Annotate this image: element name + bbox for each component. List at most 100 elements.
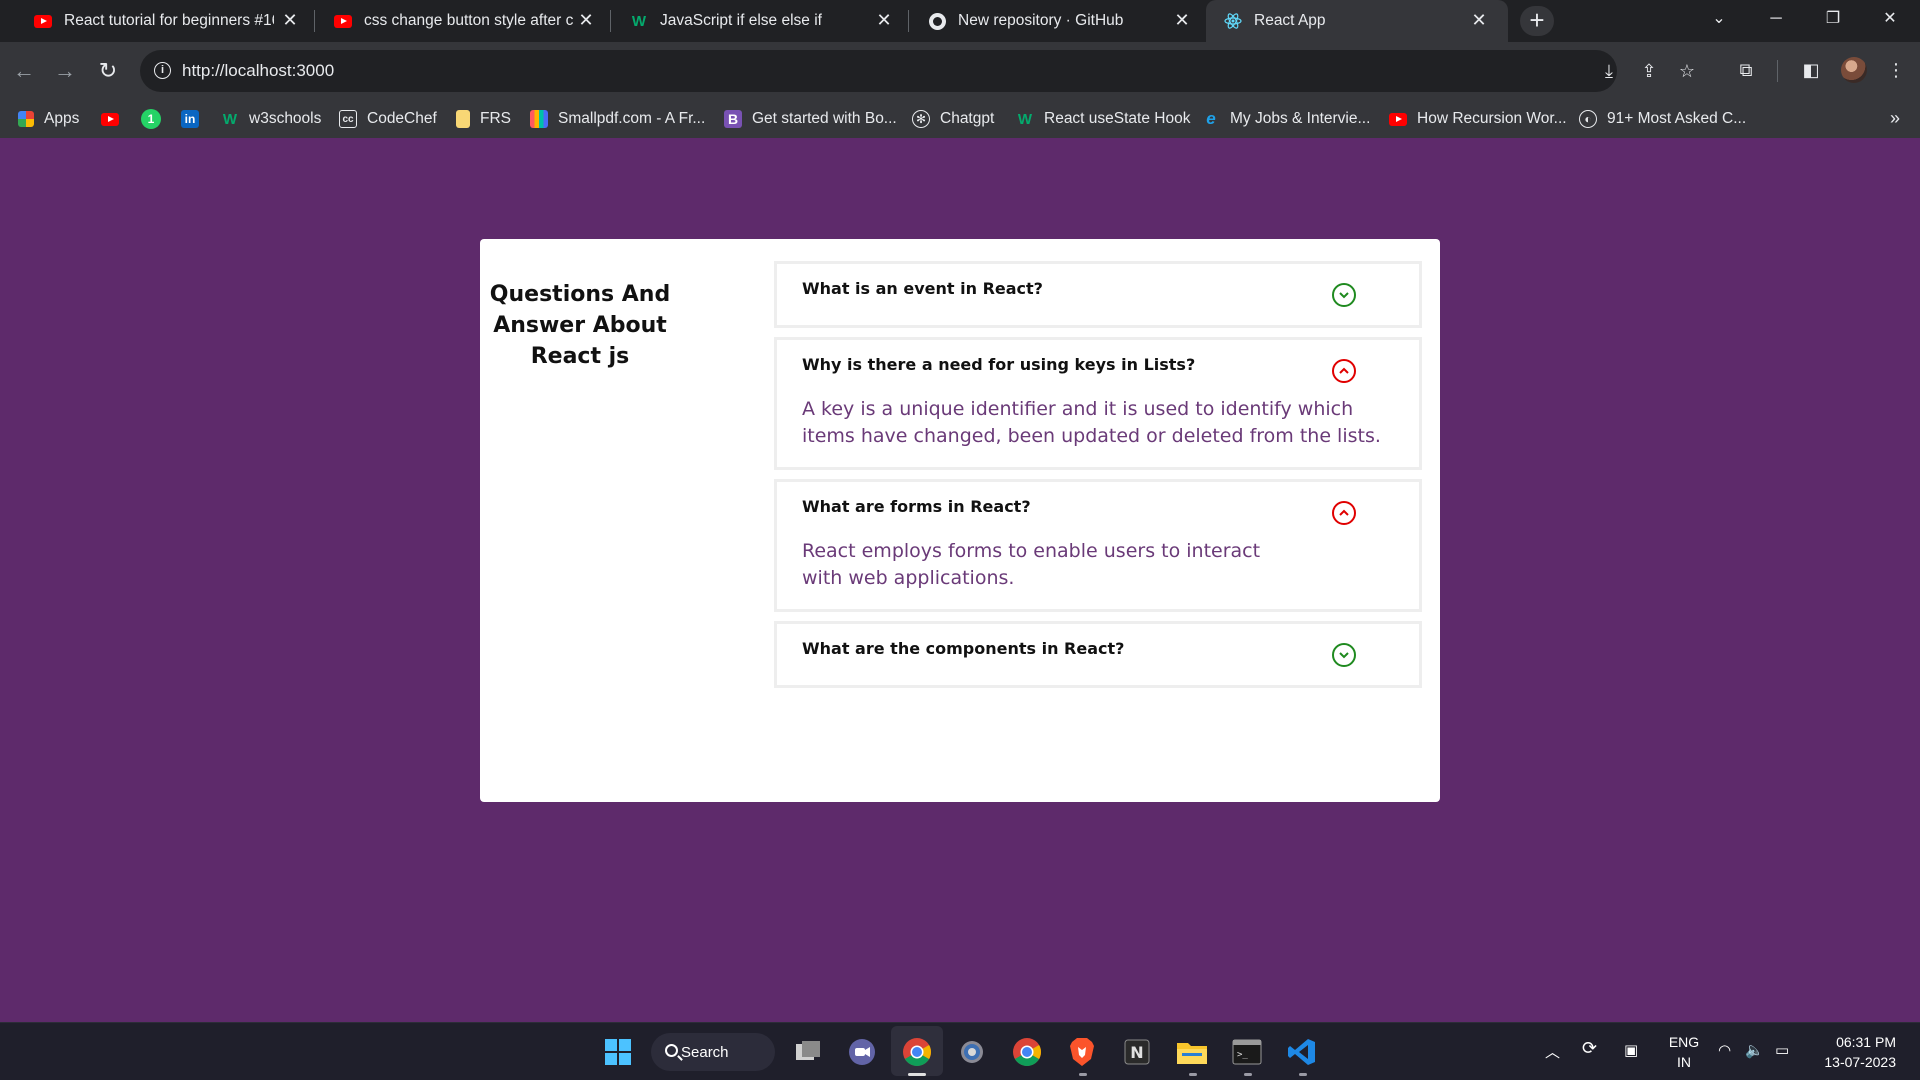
- tab-react-tutorial[interactable]: React tutorial for beginners #16 ✕: [0, 0, 310, 42]
- new-tab-button[interactable]: +: [1520, 6, 1554, 36]
- linkedin-icon: in: [181, 110, 199, 128]
- chatgpt-icon: ✻: [912, 110, 930, 128]
- apps-grid-icon: [18, 111, 34, 127]
- faq-question: Why is there a need for using keys in Li…: [802, 355, 1196, 374]
- reload-icon[interactable]: ↻: [93, 56, 123, 86]
- bookmark-label: My Jobs & Intervie...: [1230, 110, 1371, 127]
- clock-date: 13-07-2023: [1824, 1054, 1896, 1070]
- tab-react-app[interactable]: React App ✕: [1206, 0, 1508, 42]
- collapse-icon[interactable]: [1332, 501, 1356, 525]
- file-explorer-icon[interactable]: [1175, 1035, 1209, 1069]
- volume-icon[interactable]: 🔈: [1745, 1041, 1764, 1059]
- chrome-icon[interactable]: [1010, 1035, 1044, 1069]
- bookmark-frs[interactable]: FRS: [456, 108, 511, 130]
- extensions-icon[interactable]: ⧉: [1732, 56, 1760, 84]
- tab-title: css change button style after cli: [364, 12, 574, 29]
- tab-javascript-if-else[interactable]: W JavaScript if else else if ✕: [596, 0, 906, 42]
- faq-question: What is an event in React?: [802, 279, 1043, 298]
- chrome-icon[interactable]: [900, 1035, 934, 1069]
- restore-button[interactable]: ❐: [1805, 0, 1861, 40]
- bookmarks-overflow-button[interactable]: »: [1890, 108, 1900, 129]
- whatsapp-icon: 1: [141, 109, 161, 129]
- bookmark-label: CodeChef: [367, 110, 437, 127]
- vscode-icon[interactable]: [1285, 1035, 1319, 1069]
- tab-search-chevron-icon[interactable]: ⌄: [1691, 0, 1747, 40]
- bookmark-91-most-asked[interactable]: ◐ 91+ Most Asked C...: [1579, 108, 1746, 130]
- install-app-icon[interactable]: ⤓: [1598, 60, 1620, 82]
- browser-toolbar: ← → ↻ i http://localhost:3000 ⤓ ⇪ ☆ ⧉ ◧ …: [0, 42, 1920, 100]
- react-icon: [1224, 13, 1242, 29]
- bookmark-apps[interactable]: Apps: [18, 108, 79, 130]
- youtube-icon: [34, 13, 52, 29]
- bookmark-how-recursion[interactable]: How Recursion Wor...: [1389, 108, 1567, 130]
- expand-icon[interactable]: [1332, 643, 1356, 667]
- bookmark-my-jobs[interactable]: e My Jobs & Intervie...: [1202, 108, 1370, 130]
- tab-github-new-repository[interactable]: New repository · GitHub ✕: [894, 0, 1204, 42]
- close-tab-icon[interactable]: ✕: [576, 9, 596, 31]
- bookmark-bootstrap[interactable]: B Get started with Bo...: [724, 108, 897, 130]
- bookmark-chatgpt[interactable]: ✻ Chatgpt: [912, 108, 994, 130]
- settings-gear-icon[interactable]: [955, 1035, 989, 1069]
- wifi-icon[interactable]: ◠: [1718, 1041, 1731, 1059]
- address-bar[interactable]: i http://localhost:3000 ⤓ ⇪ ☆: [140, 50, 1695, 92]
- close-tab-icon[interactable]: ✕: [1469, 9, 1489, 31]
- site-info-icon[interactable]: i: [154, 62, 171, 79]
- folder-icon: [456, 110, 470, 128]
- bookmark-label: Chatgpt: [940, 110, 995, 127]
- clock-time: 06:31 PM: [1836, 1034, 1896, 1050]
- bookmark-star-icon[interactable]: ☆: [1676, 60, 1698, 82]
- back-arrow-icon[interactable]: ←: [9, 56, 39, 86]
- bookmark-w3schools[interactable]: W w3schools: [221, 108, 321, 130]
- bookmark-whatsapp[interactable]: 1: [141, 108, 171, 130]
- faq-question: What are forms in React?: [802, 497, 1031, 516]
- close-tab-icon[interactable]: ✕: [1172, 9, 1192, 31]
- side-panel-icon[interactable]: ◧: [1797, 56, 1825, 84]
- youtube-icon: [1389, 110, 1407, 128]
- windows-taskbar: Search N >_ ︿ ⟳ ▣ ENG IN ◠ 🔈 ▭ 06:31 PM …: [0, 1022, 1920, 1080]
- sync-icon[interactable]: ⟳: [1582, 1038, 1597, 1059]
- task-view-icon[interactable]: [791, 1035, 825, 1069]
- input-language-indicator[interactable]: ENG IN: [1666, 1032, 1702, 1072]
- bookmark-label: How Recursion Wor...: [1417, 110, 1567, 127]
- bookmark-smallpdf[interactable]: Smallpdf.com - A Fr...: [530, 108, 705, 130]
- expand-icon[interactable]: [1332, 283, 1356, 307]
- brave-browser-icon[interactable]: [1065, 1035, 1099, 1069]
- teams-chat-icon[interactable]: [845, 1035, 879, 1069]
- faq-item: Why is there a need for using keys in Li…: [774, 337, 1422, 470]
- page-viewport: Questions And Answer About React js What…: [0, 138, 1920, 1022]
- bookmark-label: 91+ Most Asked C...: [1607, 110, 1747, 127]
- language-label: ENG: [1668, 1034, 1700, 1050]
- close-window-button[interactable]: ✕: [1862, 0, 1918, 40]
- share-icon[interactable]: ⇪: [1638, 60, 1660, 82]
- menu-dots-icon[interactable]: ⋮: [1882, 56, 1910, 84]
- battery-icon[interactable]: ▭: [1775, 1041, 1789, 1059]
- url-text[interactable]: http://localhost:3000: [182, 61, 334, 81]
- tab-strip: React tutorial for beginners #16 ✕ css c…: [0, 0, 1920, 42]
- terminal-icon[interactable]: >_: [1230, 1035, 1264, 1069]
- profile-avatar[interactable]: [1841, 57, 1867, 83]
- svg-text:>_: >_: [1237, 1050, 1248, 1060]
- collapse-icon[interactable]: [1332, 359, 1356, 383]
- minimize-button[interactable]: ─: [1748, 0, 1804, 40]
- show-hidden-icons-chevron-icon[interactable]: ︿: [1545, 1041, 1560, 1062]
- faq-question: What are the components in React?: [802, 639, 1125, 658]
- taskbar-search-button[interactable]: Search: [651, 1033, 775, 1071]
- faq-card: Questions And Answer About React js What…: [480, 239, 1440, 802]
- tab-css-button[interactable]: css change button style after cli ✕: [300, 0, 610, 42]
- faq-answer: A key is a unique identifier and it is u…: [802, 398, 1381, 447]
- youtube-icon: [101, 110, 119, 128]
- close-tab-icon[interactable]: ✕: [280, 9, 300, 31]
- tab-title: React tutorial for beginners #16: [64, 12, 274, 29]
- notion-icon[interactable]: N: [1120, 1035, 1154, 1069]
- keyboard-layout-icon[interactable]: ▣: [1624, 1041, 1638, 1059]
- forward-arrow-icon[interactable]: →: [50, 56, 80, 86]
- bookmark-codechef[interactable]: cc CodeChef: [339, 108, 437, 130]
- windows-start-icon[interactable]: [601, 1035, 635, 1069]
- bookmark-react-usestate[interactable]: W React useState Hook: [1016, 108, 1191, 130]
- page-title: Questions And Answer About React js: [489, 282, 671, 369]
- svg-text:N: N: [1130, 1043, 1143, 1062]
- bookmark-youtube[interactable]: [101, 108, 129, 130]
- close-tab-icon[interactable]: ✕: [874, 9, 894, 31]
- clock[interactable]: 06:31 PM 13-07-2023: [1816, 1032, 1896, 1072]
- bookmark-linkedin[interactable]: in: [181, 108, 209, 130]
